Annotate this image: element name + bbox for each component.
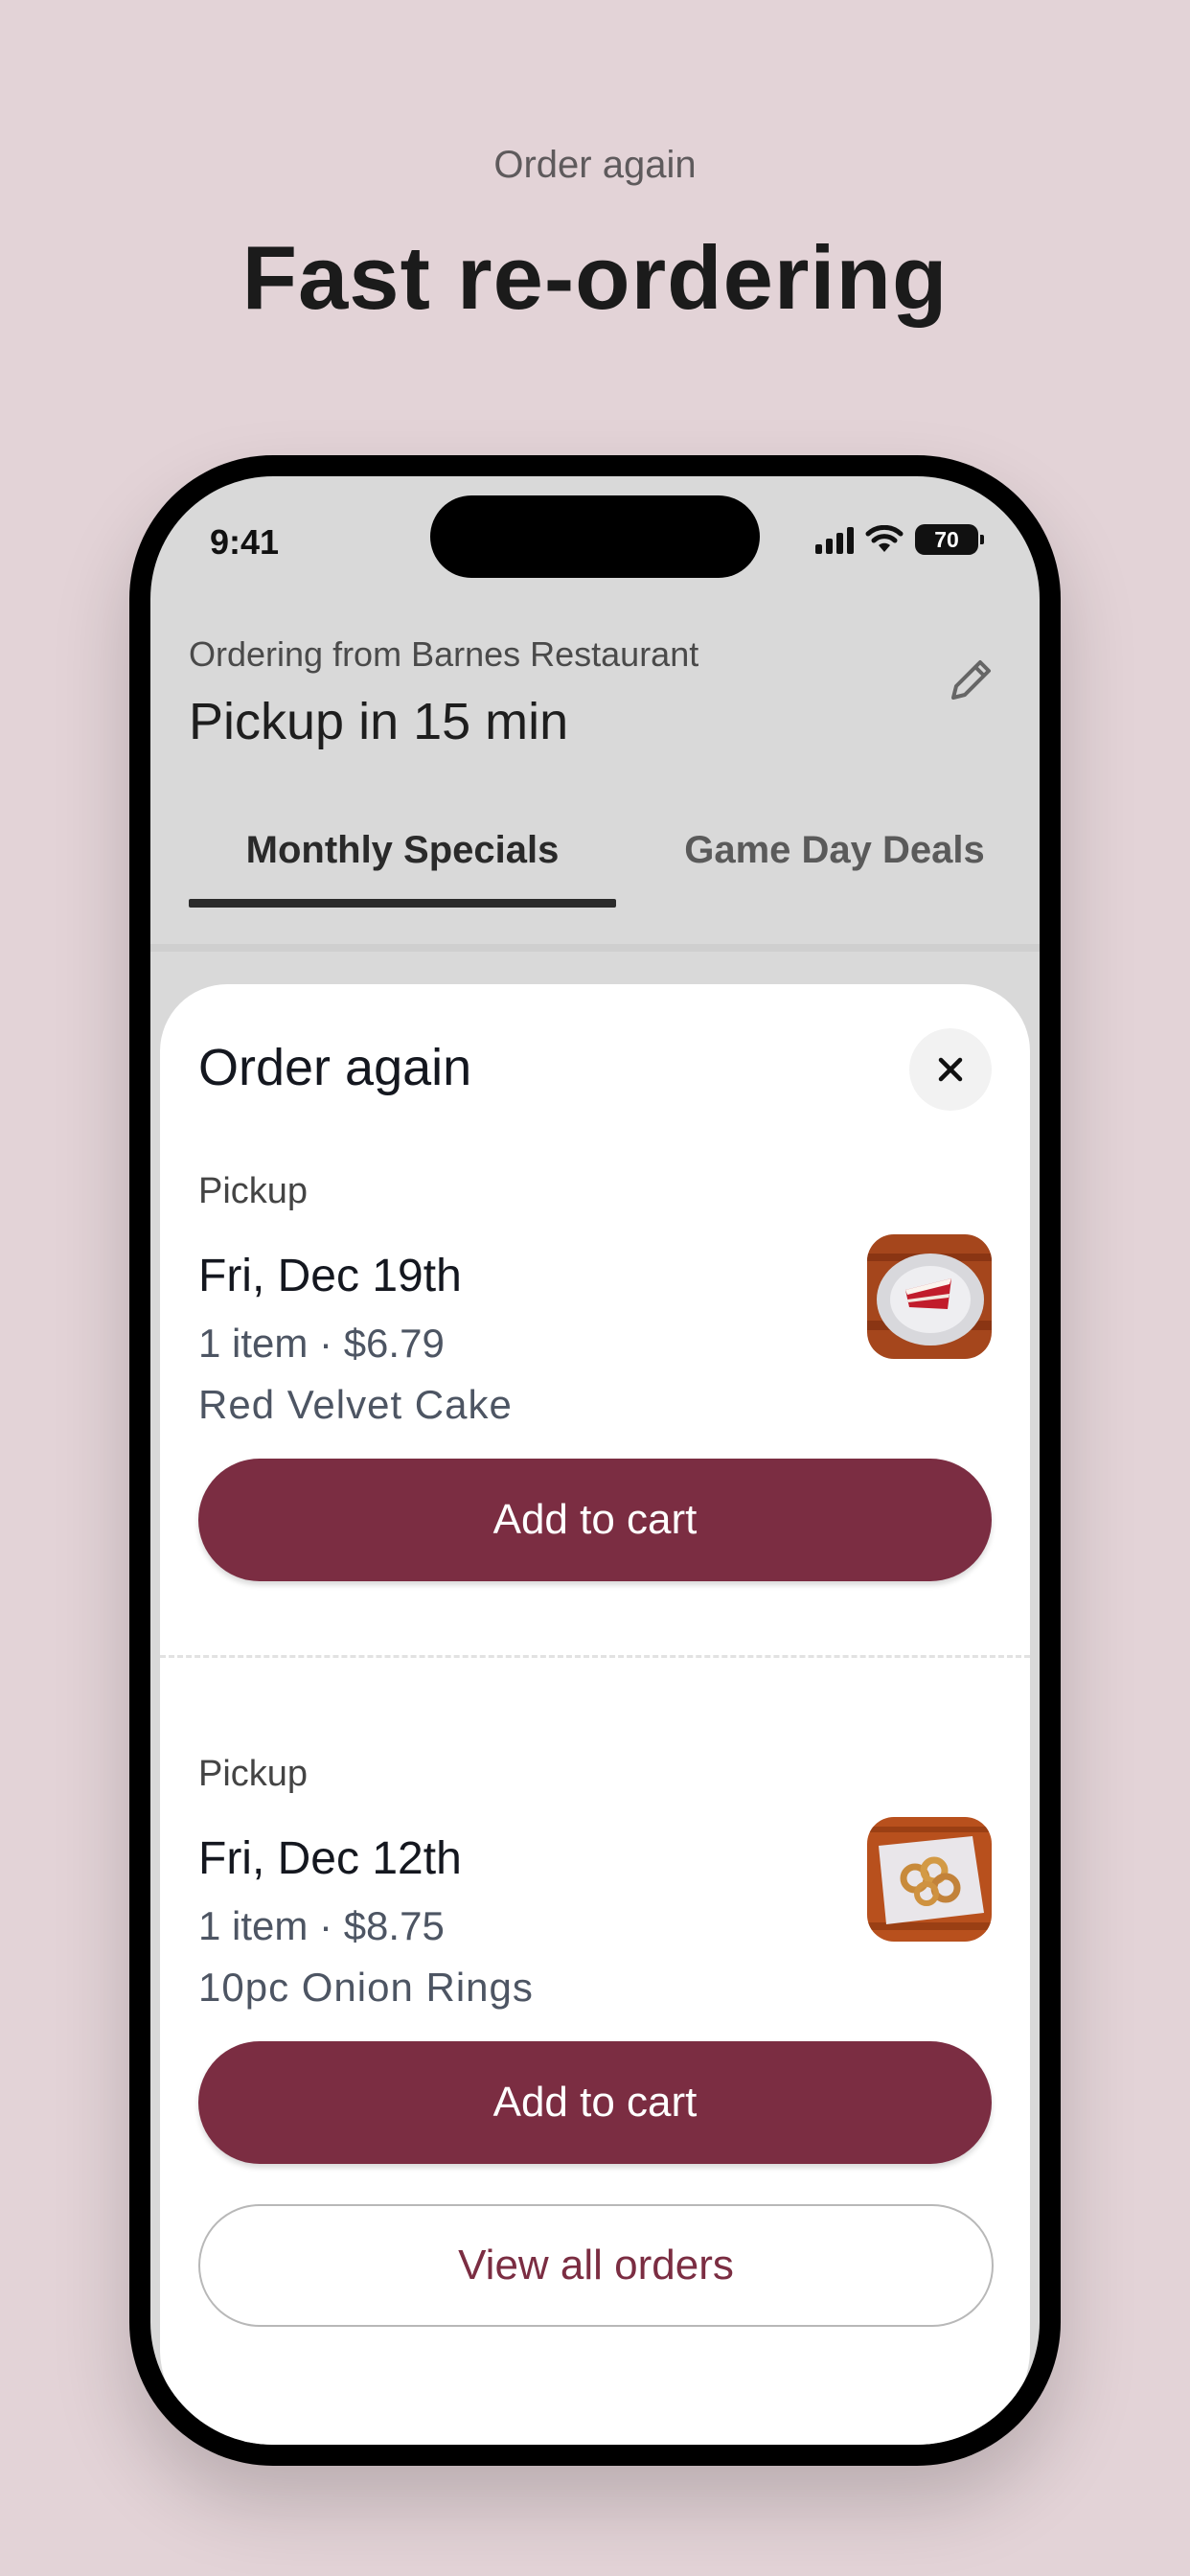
view-all-orders-button[interactable]: View all orders xyxy=(198,2204,994,2327)
tab-monthly-specials[interactable]: Monthly Specials xyxy=(189,807,616,893)
order-date: Fri, Dec 12th xyxy=(198,1833,462,1884)
order-item-name: 10pc Onion Rings xyxy=(198,1965,534,2010)
order-summary: 1 item · $8.75 xyxy=(198,1903,445,1948)
close-icon xyxy=(938,1057,963,1082)
pencil-icon[interactable] xyxy=(942,652,999,709)
tab-divider xyxy=(150,944,1040,952)
status-icons: 70 xyxy=(815,524,984,555)
onion-rings-image xyxy=(867,1817,992,1942)
order-summary: 1 item · $6.79 xyxy=(198,1321,445,1366)
order-divider xyxy=(160,1655,1030,1658)
order-date: Fri, Dec 19th xyxy=(198,1251,462,1301)
order-mode: Pickup xyxy=(198,1754,309,1794)
add-to-cart-button[interactable]: Add to cart xyxy=(198,1459,992,1581)
status-time: 9:41 xyxy=(210,522,280,562)
red-velvet-cake-image xyxy=(867,1234,992,1359)
promo-headline: Fast re-ordering xyxy=(241,227,949,328)
promo-eyebrow: Order again xyxy=(493,144,697,186)
tab-game-day-deals[interactable]: Game Day Deals xyxy=(629,807,1040,893)
order-mode: Pickup xyxy=(198,1171,309,1211)
close-button[interactable] xyxy=(909,1028,992,1111)
phone-screen: 9:41 70 Ordering from Barnes Restaurant … xyxy=(150,476,1040,2445)
add-to-cart-button[interactable]: Add to cart xyxy=(198,2041,992,2164)
active-tab-indicator xyxy=(189,899,616,908)
order-again-sheet: Order again Pickup Fri, Dec 19th 1 item … xyxy=(160,984,1030,2445)
phone-frame: 9:41 70 Ordering from Barnes Restaurant … xyxy=(129,455,1061,2466)
dynamic-island xyxy=(430,495,760,578)
sheet-title: Order again xyxy=(198,1039,472,1096)
battery-level: 70 xyxy=(934,526,959,552)
tab-bar: Monthly Specials Game Day Deals xyxy=(189,807,1040,912)
wifi-icon xyxy=(865,525,904,552)
order-item-name: Red Velvet Cake xyxy=(198,1382,513,1427)
battery-icon: 70 xyxy=(915,524,984,555)
pickup-time-title: Pickup in 15 min xyxy=(189,693,569,750)
ordering-from-label: Ordering from Barnes Restaurant xyxy=(189,634,699,674)
signal-icon xyxy=(815,525,854,554)
